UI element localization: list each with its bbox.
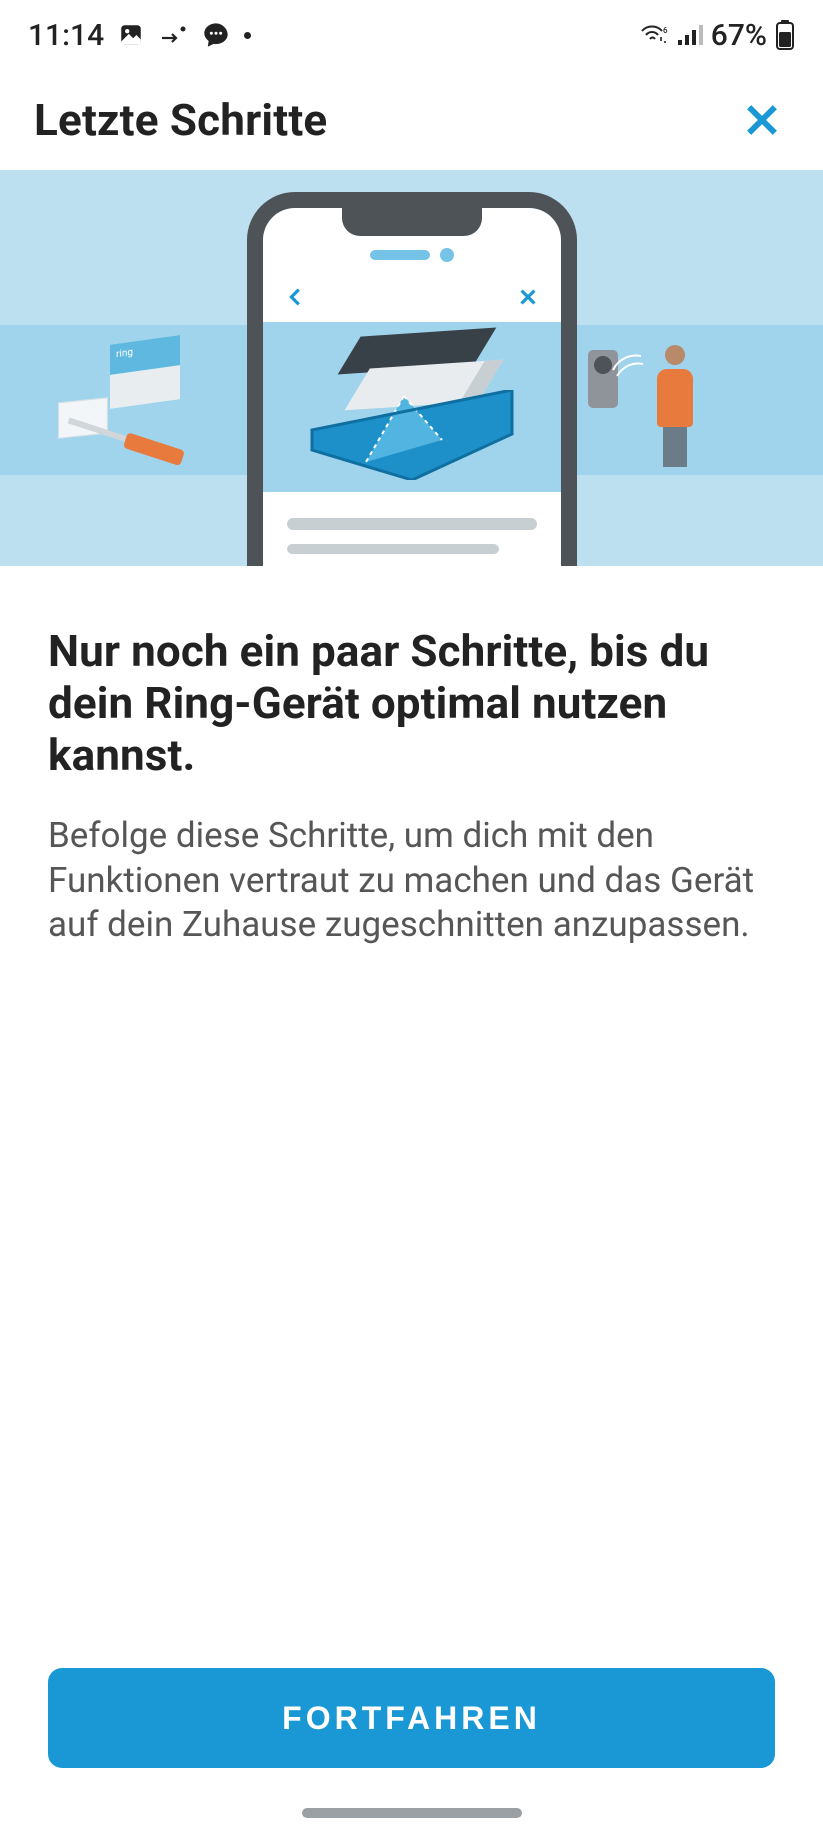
more-notifications-dot <box>244 32 251 39</box>
status-time: 11:14 <box>28 18 104 53</box>
content-heading: Nur noch ein paar Schritte, bis du dein … <box>48 626 775 782</box>
chat-icon <box>202 21 230 49</box>
status-bar: 11:14 6 67% <box>0 0 823 70</box>
image-icon <box>118 22 144 48</box>
wifi-icon: 6 <box>639 23 669 47</box>
phone-text-placeholder <box>287 518 537 554</box>
visitor-person-illustration <box>657 345 693 467</box>
phone-close-icon <box>517 286 539 312</box>
page-title: Letzte Schritte <box>34 94 327 146</box>
cell-signal-icon <box>677 24 703 46</box>
app-header: Letzte Schritte <box>0 70 823 170</box>
home-indicator <box>302 1808 522 1818</box>
content-area: Nur noch ein paar Schritte, bis du dein … <box>0 566 823 948</box>
footer: FORTFAHREN <box>0 1668 823 1768</box>
chevron-left-icon <box>285 286 307 312</box>
status-right: 6 67% <box>639 18 795 53</box>
close-icon <box>740 98 784 142</box>
phone-nav-bar <box>263 276 561 322</box>
content-body: Befolge diese Schritte, um dich mit den … <box>48 814 775 948</box>
battery-icon <box>775 20 795 50</box>
continue-button[interactable]: FORTFAHREN <box>48 1668 775 1768</box>
phone-progress-indicator <box>263 244 561 266</box>
battery-text: 67% <box>711 18 767 53</box>
hero-illustration: ring <box>0 170 823 566</box>
phone-mockup <box>247 192 577 566</box>
signal-waves-icon <box>611 350 651 390</box>
close-button[interactable] <box>735 93 789 147</box>
phone-motion-zone-illustration <box>263 322 561 492</box>
phone-notch <box>342 208 482 236</box>
status-left: 11:14 <box>28 18 251 53</box>
svg-text:6: 6 <box>663 26 668 35</box>
ring-box-illustration: ring <box>110 340 180 400</box>
sync-arrow-icon <box>158 24 188 46</box>
